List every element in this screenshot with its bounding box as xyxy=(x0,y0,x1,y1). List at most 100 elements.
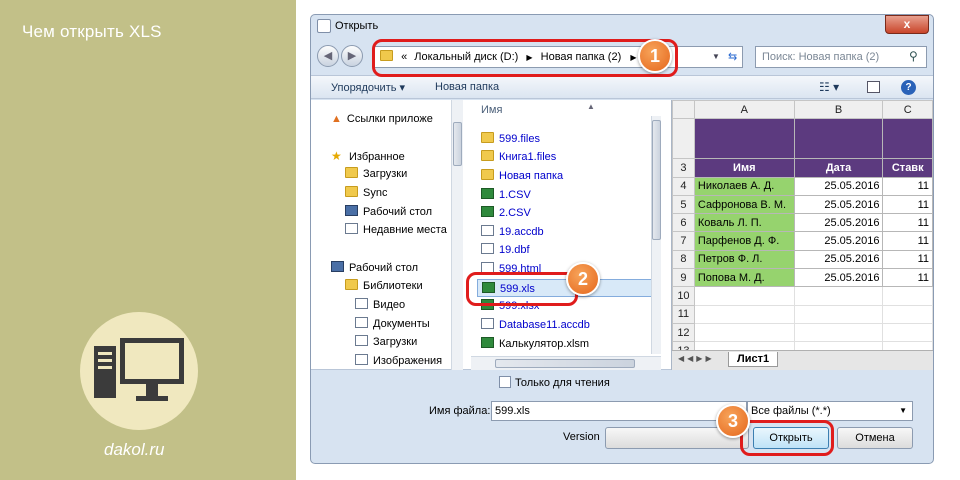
folder-icon xyxy=(345,167,358,178)
file-item[interactable]: Книга1.files xyxy=(481,148,556,166)
rate-cell: 11 xyxy=(882,249,933,270)
sheet-tabs-bar: ◀◀▶▶ Лист1 xyxy=(672,350,933,370)
rate-cell: 11 xyxy=(882,176,933,196)
date-cell: 25.05.2016 xyxy=(793,176,884,196)
new-folder-button[interactable]: Новая папка xyxy=(435,81,499,93)
preview-pane-icon[interactable] xyxy=(867,81,880,93)
column-header: B xyxy=(793,100,884,120)
file-scrollbar-thumb[interactable] xyxy=(652,120,661,240)
step-badge-3: 3 xyxy=(716,404,750,438)
cone-icon: ▲ xyxy=(331,113,342,125)
filename-input[interactable]: 599.xls xyxy=(491,401,747,421)
highlight-open xyxy=(740,420,834,456)
nav-scrollbar[interactable] xyxy=(451,100,463,370)
search-input[interactable]: Поиск: Новая папка (2) xyxy=(755,46,927,68)
nav-scrollbar-thumb[interactable] xyxy=(453,122,462,166)
page-title: Чем открыть XLS xyxy=(22,22,162,41)
view-options-icon[interactable]: ☷ ▾ xyxy=(819,80,839,94)
nav-item-links[interactable]: ▲ Ссылки приложе xyxy=(331,110,433,128)
nav-item-images[interactable]: Изображения xyxy=(355,352,442,370)
excel-file-icon xyxy=(481,206,494,217)
dropdown-arrow-icon[interactable]: ▼ xyxy=(712,47,720,67)
organize-button[interactable]: Упорядочить ▾ xyxy=(331,81,405,94)
nav-item-libraries[interactable]: Библиотеки xyxy=(345,277,423,295)
date-cell: 25.05.2016 xyxy=(793,194,884,215)
rate-cell: 11 xyxy=(882,268,933,288)
row-number: 5 xyxy=(672,194,695,215)
recent-places-icon xyxy=(345,223,358,234)
row-number: 6 xyxy=(672,213,695,233)
file-item[interactable]: 2.CSV xyxy=(481,204,531,222)
refresh-icon[interactable]: ⇆ xyxy=(728,47,737,67)
row-number: 10 xyxy=(672,286,695,306)
file-item[interactable]: 1.CSV xyxy=(481,186,531,204)
nav-item-desktop-fav[interactable]: Рабочий стол xyxy=(345,203,432,221)
name-column-header[interactable]: Имя xyxy=(481,104,502,116)
desktop-icon xyxy=(331,261,344,272)
file-item[interactable]: 599.files xyxy=(481,130,540,148)
row-number: 11 xyxy=(672,304,695,324)
row-number: 3 xyxy=(672,158,695,178)
navigation-pane: ▲ Ссылки приложе ★ Избранное Загрузки Sync… xyxy=(311,100,463,370)
file-hscrollbar-thumb[interactable] xyxy=(495,359,635,368)
close-button[interactable]: x xyxy=(885,15,929,34)
rate-cell: 11 xyxy=(882,213,933,233)
header-cell: Имя xyxy=(693,158,795,178)
folder-icon xyxy=(345,186,358,197)
sheet-nav-arrows-icon[interactable]: ◀◀▶▶ xyxy=(678,354,715,363)
title-bar[interactable]: Открыть x xyxy=(311,15,933,39)
step-badge-1: 1 xyxy=(638,39,672,73)
help-icon[interactable]: ? xyxy=(901,80,916,95)
libraries-icon xyxy=(345,279,358,290)
nav-item-desktop[interactable]: Рабочий стол xyxy=(331,259,418,277)
header-cell: Ставк xyxy=(882,158,933,178)
cancel-button[interactable]: Отмена xyxy=(837,427,913,449)
column-header: A xyxy=(693,100,795,120)
row-number: 8 xyxy=(672,249,695,270)
excel-file-icon xyxy=(481,337,494,348)
nav-item-documents[interactable]: Документы xyxy=(355,315,430,333)
sheet-tab[interactable]: Лист1 xyxy=(728,352,779,367)
highlight-address xyxy=(372,39,678,77)
excel-file-icon xyxy=(481,188,494,199)
date-cell: 25.05.2016 xyxy=(793,231,884,251)
checkbox-icon[interactable] xyxy=(499,376,511,388)
file-hscrollbar[interactable] xyxy=(471,356,661,370)
filename-label: Имя файла: xyxy=(429,405,491,417)
readonly-checkbox[interactable]: Только для чтения xyxy=(499,375,610,391)
file-scrollbar[interactable] xyxy=(651,116,661,354)
date-cell: 25.05.2016 xyxy=(793,213,884,233)
file-item[interactable]: 19.dbf xyxy=(481,241,530,259)
nav-item-video[interactable]: Видео xyxy=(355,296,405,314)
downloads-icon xyxy=(355,335,368,346)
file-item[interactable]: Database11.accdb xyxy=(481,316,590,334)
nav-item-downloads[interactable]: Загрузки xyxy=(345,165,407,183)
folder-icon xyxy=(481,132,494,143)
dialog-body: ▲ Ссылки приложе ★ Избранное Загрузки Sync… xyxy=(311,100,933,370)
nav-item-downloads2[interactable]: Загрузки xyxy=(355,333,417,351)
row-number: 9 xyxy=(672,268,695,288)
file-icon xyxy=(481,243,494,254)
name-cell: Николаев А. Д. xyxy=(693,176,795,196)
nav-item-sync[interactable]: Sync xyxy=(345,184,387,202)
file-item[interactable]: Новая папка xyxy=(481,167,563,185)
file-item[interactable]: 19.accdb xyxy=(481,223,544,241)
folder-icon xyxy=(481,150,494,161)
documents-icon xyxy=(355,317,368,328)
version-label: Version xyxy=(563,431,600,443)
site-label: dakol.ru xyxy=(104,440,165,459)
name-cell: Парфенов Д. Ф. xyxy=(693,231,795,251)
file-icon xyxy=(481,225,494,236)
nav-item-favorites[interactable]: ★ Избранное xyxy=(331,147,405,165)
nav-item-recent[interactable]: Недавние места xyxy=(345,221,447,239)
forward-arrow-icon[interactable]: ▶ xyxy=(341,45,363,67)
chevron-down-icon: ▼ xyxy=(899,406,907,415)
file-icon xyxy=(481,318,494,329)
file-item[interactable]: Калькулятор.xlsm xyxy=(481,335,589,353)
column-header: C xyxy=(882,100,933,120)
back-arrow-icon[interactable]: ◀ xyxy=(317,45,339,67)
file-type-select[interactable]: Все файлы (*.*) ▼ xyxy=(747,401,913,421)
date-cell: 25.05.2016 xyxy=(793,249,884,270)
star-icon: ★ xyxy=(331,149,342,163)
search-icon[interactable]: ⚲ xyxy=(909,49,918,63)
